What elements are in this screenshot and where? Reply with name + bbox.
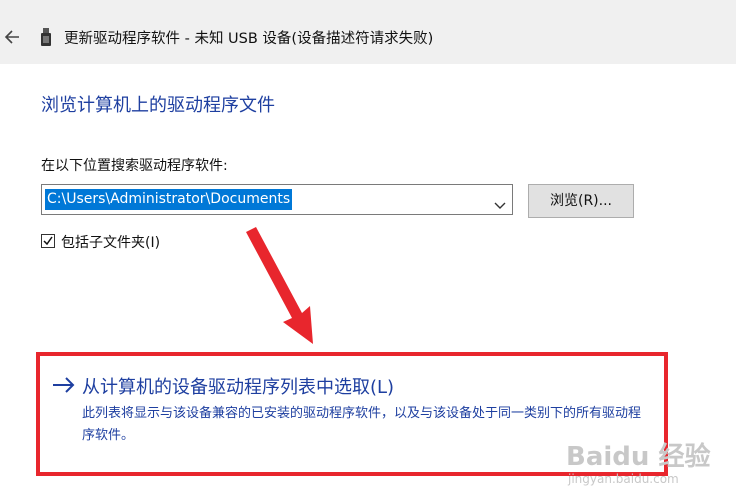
title-bar: 更新驱动程序软件 - 未知 USB 设备(设备描述符请求失败) [0,0,736,64]
arrow-right-icon[interactable] [52,376,76,394]
watermark-url: jingyan.baidu.com [568,472,679,486]
include-subfolders-label[interactable]: 包括子文件夹(I) [61,232,160,252]
driver-path-combobox[interactable]: C:\Users\Administrator\Documents [41,184,513,215]
chevron-down-icon[interactable] [494,195,506,209]
back-arrow-icon[interactable] [3,28,21,46]
page-heading: 浏览计算机上的驱动程序文件 [41,95,275,116]
search-location-label: 在以下位置搜索驱动程序软件: [41,158,228,174]
usb-device-icon [41,28,51,48]
window-title: 更新驱动程序软件 - 未知 USB 设备(设备描述符请求失败) [64,31,434,47]
include-subfolders-checkbox[interactable] [41,234,55,248]
pick-from-list-link[interactable]: 从计算机的设备驱动程序列表中选取(L) [82,373,394,399]
driver-path-value[interactable]: C:\Users\Administrator\Documents [45,189,293,210]
baidu-watermark: Baidu 经验 jingyan.baidu.com [566,436,726,496]
checkmark-icon [43,236,53,246]
watermark-logo: Baidu 经验 [566,442,711,472]
browse-button[interactable]: 浏览(R)... [528,184,634,218]
